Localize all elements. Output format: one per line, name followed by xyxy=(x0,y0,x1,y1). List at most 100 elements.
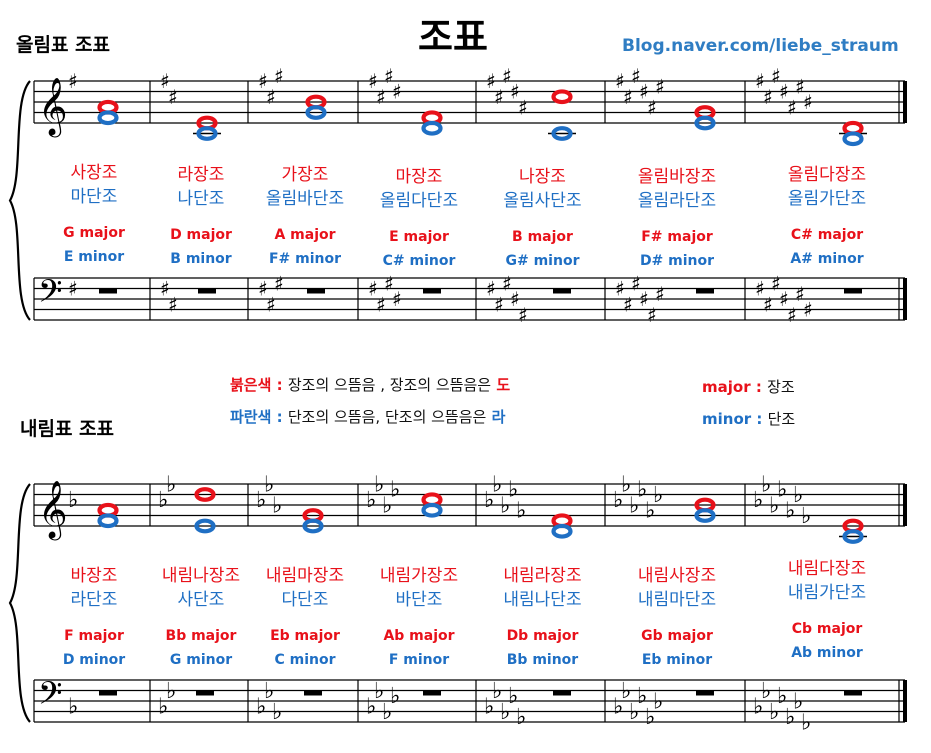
whole-rest-icon xyxy=(423,690,441,696)
sharp-sign-icon: ♯ xyxy=(494,85,504,109)
legend-blue-text: 단조의 으뜸음, 단조의 으뜸음은 xyxy=(287,408,487,426)
flat-minor-en: Eb minor xyxy=(642,652,712,668)
sharp-sign-icon: ♯ xyxy=(518,95,528,119)
flat-minor-kr: 내림마단조 xyxy=(638,590,716,610)
flat-sign-icon: ♭ xyxy=(166,472,176,497)
minor-tonic-note xyxy=(97,110,119,126)
sharp-major-kr: 나장조 xyxy=(519,167,566,187)
flat-system-brace xyxy=(8,483,31,723)
legend-blue-note: 라 xyxy=(491,408,506,426)
sharp-major-kr: 가장조 xyxy=(282,165,329,185)
flat-sign-icon: ♭ xyxy=(272,493,282,518)
sharp-major-kr: 올림바장조 xyxy=(638,167,716,187)
sharp-sign-icon: ♯ xyxy=(392,80,402,104)
sharp-sign-icon: ♯ xyxy=(647,95,657,119)
sharp-minor-en: A# minor xyxy=(790,251,863,267)
flat-major-kr: 내림사장조 xyxy=(638,566,716,586)
bass-clef-icon: 𝄢 xyxy=(38,273,62,317)
major-tonic-note xyxy=(551,89,573,105)
sharp-sign-icon: ♯ xyxy=(803,298,813,322)
treble-clef-icon: 𝄞 xyxy=(38,77,68,138)
sharp-system-brace xyxy=(8,80,31,321)
sharp-minor-kr: 올림라단조 xyxy=(638,191,716,211)
sharp-sign-icon: ♯ xyxy=(376,292,386,316)
flat-major-kr: 내림가장조 xyxy=(380,566,458,586)
flat-major-en: Bb major xyxy=(166,628,237,644)
sharp-sign-icon: ♯ xyxy=(763,85,773,109)
minor-tonic-note xyxy=(421,120,443,136)
sharp-major-kr: 사장조 xyxy=(71,163,118,183)
whole-rest-icon xyxy=(696,288,714,294)
sharp-sign-icon: ♯ xyxy=(518,303,528,327)
flat-minor-en: Ab minor xyxy=(791,645,863,661)
flat-major-en: F major xyxy=(64,628,124,644)
sharp-minor-en: G# minor xyxy=(506,253,580,269)
treble-clef-icon: 𝄞 xyxy=(38,480,68,541)
flat-major-kr: 내림마장조 xyxy=(266,566,344,586)
legend-blue: 파란색 : 단조의 으뜸음, 단조의 으뜸음은 라 xyxy=(230,406,505,427)
sharp-sign-icon: ♯ xyxy=(274,271,284,295)
flat-minor-kr: 사단조 xyxy=(178,590,225,610)
sharp-sign-icon: ♯ xyxy=(623,85,633,109)
flat-sign-icon: ♭ xyxy=(516,499,526,524)
sharp-sign-icon: ♯ xyxy=(376,85,386,109)
legend-major-text: 장조 xyxy=(767,378,795,396)
sharp-sign-icon: ♯ xyxy=(266,292,276,316)
minor-tonic-note xyxy=(842,131,864,147)
flat-minor-en: G minor xyxy=(170,652,232,668)
flat-major-en: Gb major xyxy=(641,628,713,644)
sharp-sign-icon: ♯ xyxy=(274,64,284,88)
sharp-major-en: G major xyxy=(63,225,125,241)
whole-rest-icon xyxy=(423,288,441,294)
sharp-major-en: F# major xyxy=(641,229,713,245)
sharp-minor-en: B minor xyxy=(170,251,232,267)
flat-major-en: Eb major xyxy=(270,628,340,644)
flat-sign-icon: ♭ xyxy=(516,705,526,730)
whole-rest-icon xyxy=(99,690,117,696)
flat-minor-en: C minor xyxy=(274,652,335,668)
flat-major-kr: 내림라장조 xyxy=(503,566,581,586)
sharp-major-en: B major xyxy=(512,229,573,245)
flat-minor-en: D minor xyxy=(63,652,125,668)
whole-rest-icon xyxy=(307,288,325,294)
flat-sign-icon: ♭ xyxy=(801,710,811,735)
sharp-major-en: D major xyxy=(170,227,232,243)
sharp-sign-icon: ♯ xyxy=(787,95,797,119)
sharp-minor-kr: 나단조 xyxy=(178,189,225,209)
flat-major-en: Ab major xyxy=(383,628,454,644)
sharp-sign-icon: ♯ xyxy=(392,287,402,311)
whole-rest-icon xyxy=(844,690,862,696)
flat-sign-icon: ♭ xyxy=(166,679,176,704)
whole-rest-icon xyxy=(99,288,117,294)
legend-major: major : 장조 xyxy=(702,376,795,397)
flat-major-en: Db major xyxy=(507,628,579,644)
whole-rest-icon xyxy=(304,690,322,696)
sharp-major-en: E major xyxy=(389,229,449,245)
whole-rest-icon xyxy=(553,690,571,696)
sharp-minor-en: D# minor xyxy=(640,253,714,269)
sharp-major-en: A major xyxy=(274,227,335,243)
sharp-sign-icon: ♯ xyxy=(168,85,178,109)
sharp-major-kr: 라장조 xyxy=(178,165,225,185)
flat-sign-icon: ♭ xyxy=(653,689,663,714)
legend-minor: minor : 단조 xyxy=(702,408,795,429)
sharp-minor-kr: 올림바단조 xyxy=(266,189,344,209)
flat-major-en: Cb major xyxy=(792,621,863,637)
whole-rest-icon xyxy=(553,288,571,294)
flat-minor-en: F minor xyxy=(389,652,449,668)
flat-minor-kr: 다단조 xyxy=(282,590,329,610)
sharp-major-kr: 마장조 xyxy=(396,167,443,187)
flat-sign-icon: ♭ xyxy=(68,695,78,720)
minor-tonic-note xyxy=(97,513,119,529)
sharp-sign-icon: ♯ xyxy=(763,292,773,316)
sharp-minor-en: F# minor xyxy=(269,251,341,267)
sharp-minor-kr: 올림사단조 xyxy=(503,191,581,211)
sharp-major-en: C# major xyxy=(791,227,863,243)
flat-major-kr: 내림다장조 xyxy=(788,559,866,579)
sharp-sign-icon: ♯ xyxy=(68,69,78,93)
sharp-sign-icon: ♯ xyxy=(168,292,178,316)
sharp-sign-icon: ♯ xyxy=(787,303,797,327)
flat-minor-kr: 바단조 xyxy=(396,590,443,610)
whole-rest-icon xyxy=(844,288,862,294)
flat-sign-icon: ♭ xyxy=(272,700,282,725)
